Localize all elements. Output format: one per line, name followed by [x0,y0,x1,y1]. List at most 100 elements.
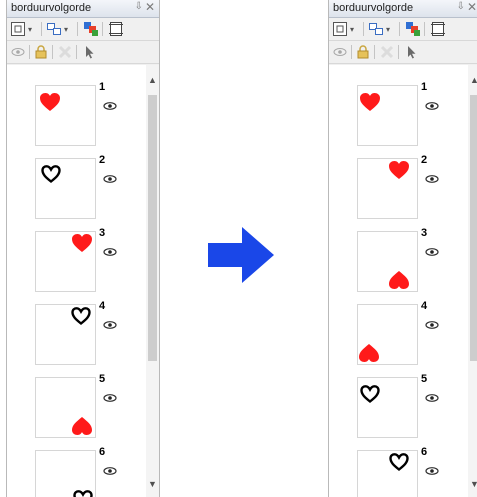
chevron-down-icon: ▾ [350,24,355,34]
toolbar-separator [374,45,375,59]
sort-order-button[interactable]: ▾ [46,21,68,37]
filled-heart-icon [40,93,60,111]
item-thumbnail [35,450,96,497]
eye-icon[interactable] [103,321,117,329]
chevron-up-icon[interactable]: ▲ [468,73,477,87]
eye-icon[interactable] [425,175,439,183]
outline-heart-icon [71,307,91,326]
list-item[interactable]: 3 [329,223,468,296]
toolbar-separator [399,22,400,36]
visibility-button[interactable] [10,44,26,60]
select-button[interactable] [81,44,97,60]
pointer-icon [86,46,94,59]
delete-button[interactable] [57,44,73,60]
color-group-button[interactable] [405,21,421,37]
close-icon[interactable]: ✕ [145,0,155,14]
toolbar-separator [424,22,425,36]
toolbar-separator [41,22,42,36]
zoom-fit-button[interactable]: ▾ [332,21,354,37]
lock-button[interactable] [33,44,49,60]
list-item[interactable]: 4 [7,296,146,369]
outline-heart-icon [41,165,61,184]
toolbar-separator [102,22,103,36]
stitch-order-panel-after: borduurvolgorde ⇩ ✕ ▾ ▾ 1 2 3 4 5 6 [328,0,477,497]
sort-order-button[interactable]: ▾ [368,21,390,37]
lock-button[interactable] [355,44,371,60]
list-item[interactable]: 1 [329,77,468,150]
item-thumbnail [357,304,418,365]
chevron-down-icon[interactable]: ▼ [146,477,159,491]
item-number: 2 [421,154,428,166]
item-thumbnail [357,231,418,292]
zoom-fit-button[interactable]: ▾ [10,21,32,37]
toolbar-separator [351,45,352,59]
list-item[interactable]: 6 [329,442,468,497]
color-group-button[interactable] [83,21,99,37]
list-item[interactable]: 5 [329,369,468,442]
eye-icon[interactable] [425,102,439,110]
eye-icon[interactable] [425,467,439,475]
color-group-icon [406,22,420,36]
chevron-down-icon: ▾ [64,24,69,34]
item-number: 1 [99,81,106,93]
stitch-order-panel-before: borduurvolgorde ⇩ ✕ ▾ ▾ 1 2 3 4 5 6 ▲ ▼ [6,0,160,497]
scrollbar-thumb[interactable] [470,95,477,361]
lock-icon [35,45,47,59]
frame-button[interactable] [430,21,446,37]
eye-icon[interactable] [425,394,439,402]
color-group-icon [84,22,98,36]
chevron-down-icon: ▾ [28,24,33,34]
sort-order-icon [47,23,61,35]
scrollbar-thumb[interactable] [148,95,157,361]
eye-icon[interactable] [103,248,117,256]
delete-button[interactable] [379,44,395,60]
vertical-scrollbar[interactable]: ▲ ▼ [468,65,477,497]
list-item[interactable]: 2 [7,150,146,223]
panel-title: borduurvolgorde [333,2,414,14]
list-item[interactable]: 6 [7,442,146,497]
vertical-scrollbar[interactable]: ▲ ▼ [146,65,159,497]
item-number: 3 [421,227,428,239]
toolbar-separator [398,45,399,59]
item-number: 6 [421,446,428,458]
delete-icon [58,45,72,59]
list-item[interactable]: 1 [7,77,146,150]
eye-icon[interactable] [103,467,117,475]
chevron-down-icon[interactable]: ▼ [468,477,477,491]
pin-icon[interactable]: ⇩ [135,1,143,12]
filled-heart-icon [389,161,409,179]
toolbar-main: ▾ ▾ [329,18,477,41]
select-button[interactable] [403,44,419,60]
eye-icon[interactable] [103,102,117,110]
toolbar-separator [363,22,364,36]
panel-title: borduurvolgorde [11,2,92,14]
lock-icon [357,45,369,59]
item-number: 3 [99,227,106,239]
frame-button[interactable] [108,21,124,37]
eye-icon[interactable] [103,394,117,402]
toolbar-secondary [329,41,477,64]
stitch-order-list: 1 2 3 4 5 6 [7,65,146,497]
item-thumbnail [35,85,96,146]
item-number: 2 [99,154,106,166]
zoom-fit-icon [333,22,347,36]
item-thumbnail [357,377,418,438]
eye-icon[interactable] [425,248,439,256]
filled-heart-icon [72,417,92,435]
close-icon[interactable]: ✕ [467,0,477,14]
pin-icon[interactable]: ⇩ [457,1,465,12]
eye-icon [11,48,25,56]
chevron-down-icon: ▾ [386,24,391,34]
visibility-button[interactable] [332,44,348,60]
eye-icon[interactable] [425,321,439,329]
list-item[interactable]: 3 [7,223,146,296]
item-number: 4 [99,300,106,312]
list-item[interactable]: 5 [7,369,146,442]
eye-icon[interactable] [103,175,117,183]
toolbar-separator [77,22,78,36]
list-item[interactable]: 4 [329,296,468,369]
outline-heart-icon [360,385,380,404]
item-thumbnail [35,377,96,438]
chevron-up-icon[interactable]: ▲ [146,73,159,87]
list-item[interactable]: 2 [329,150,468,223]
